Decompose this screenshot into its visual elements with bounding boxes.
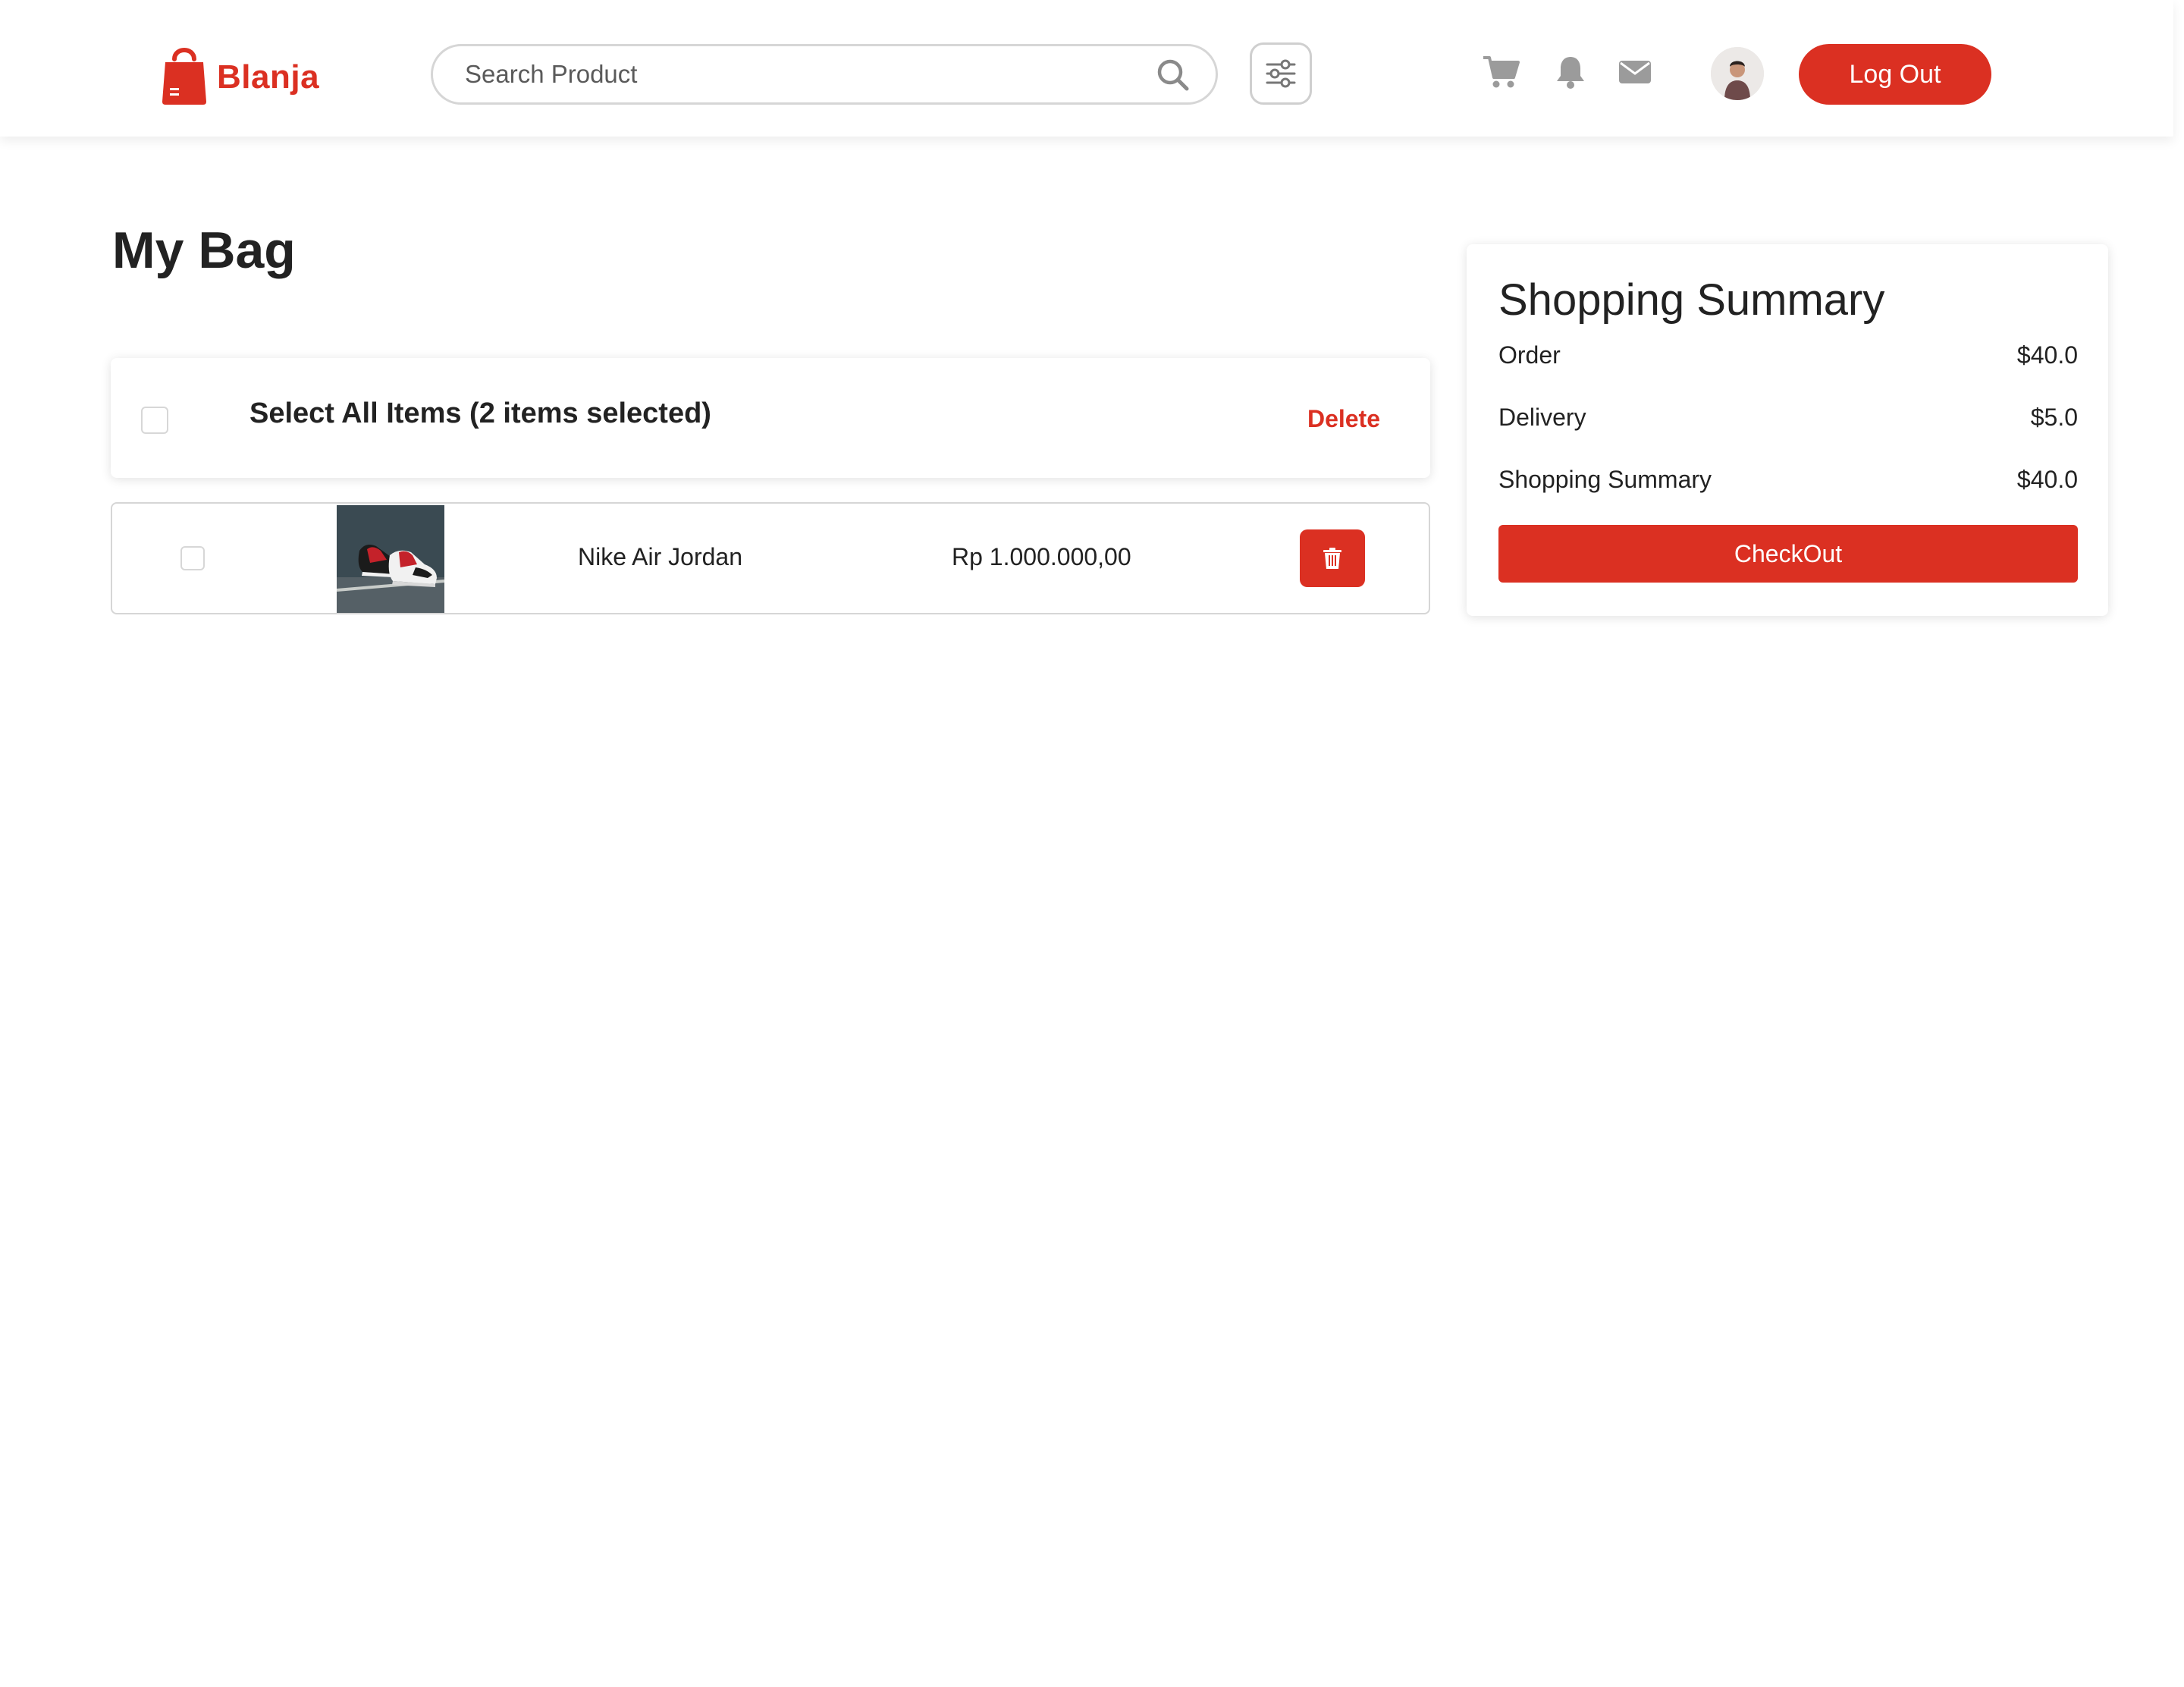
search-input[interactable]: [463, 52, 1131, 96]
cart-item: Nike Air Jordan Rp 1.000.000,00: [111, 502, 1430, 614]
select-all-checkbox[interactable]: [141, 407, 168, 434]
shopping-bag-logo-icon: [162, 48, 206, 105]
summary-title: Shopping Summary: [1498, 275, 1885, 325]
filter-button[interactable]: [1250, 42, 1312, 105]
summary-row-order: Order $40.0: [1498, 341, 2078, 375]
remove-item-button[interactable]: [1300, 529, 1365, 587]
summary-row-total: Shopping Summary $40.0: [1498, 466, 2078, 499]
summary-label: Order: [1498, 341, 1561, 369]
search-icon[interactable]: [1156, 58, 1190, 92]
sneaker-image: [337, 505, 444, 613]
product-price: Rp 1.000.000,00: [952, 543, 1131, 570]
logout-button[interactable]: Log Out: [1799, 44, 1991, 105]
product-name: Nike Air Jordan: [578, 543, 742, 570]
select-all-label: Select All Items (2 items selected): [249, 397, 711, 429]
brand-logo-link[interactable]: Blanja: [161, 41, 319, 106]
select-all-bar: Select All Items (2 items selected) Dele…: [111, 358, 1430, 478]
summary-value: $5.0: [2030, 404, 2078, 431]
avatar-image: [1711, 47, 1764, 100]
summary-row-delivery: Delivery $5.0: [1498, 404, 2078, 437]
cart-button[interactable]: [1482, 53, 1520, 91]
user-avatar[interactable]: [1711, 47, 1764, 100]
summary-label: Shopping Summary: [1498, 466, 1712, 493]
checkout-button[interactable]: CheckOut: [1498, 525, 2078, 583]
product-image: [337, 505, 444, 613]
shopping-summary-card: Shopping Summary Order $40.0 Delivery $5…: [1467, 244, 2108, 616]
mail-icon: [1619, 61, 1651, 83]
trash-icon: [1323, 548, 1341, 569]
search-bar: [431, 44, 1218, 105]
filter-icon: [1266, 59, 1296, 88]
cart-icon: [1483, 56, 1520, 88]
navbar: Blanja Search Product Log Out: [0, 0, 2173, 137]
bell-icon: [1557, 57, 1584, 89]
brand-name: Blanja: [217, 58, 320, 96]
summary-value: $40.0: [2016, 466, 2078, 493]
summary-label: Delivery: [1498, 404, 1586, 431]
page-title: My Bag: [112, 221, 296, 279]
cart-item-checkbox[interactable]: [180, 546, 205, 570]
delete-selected-button[interactable]: Delete: [1307, 405, 1380, 433]
mail-button[interactable]: [1618, 53, 1652, 91]
summary-value: $40.0: [2016, 341, 2078, 369]
notification-button[interactable]: [1555, 53, 1586, 91]
